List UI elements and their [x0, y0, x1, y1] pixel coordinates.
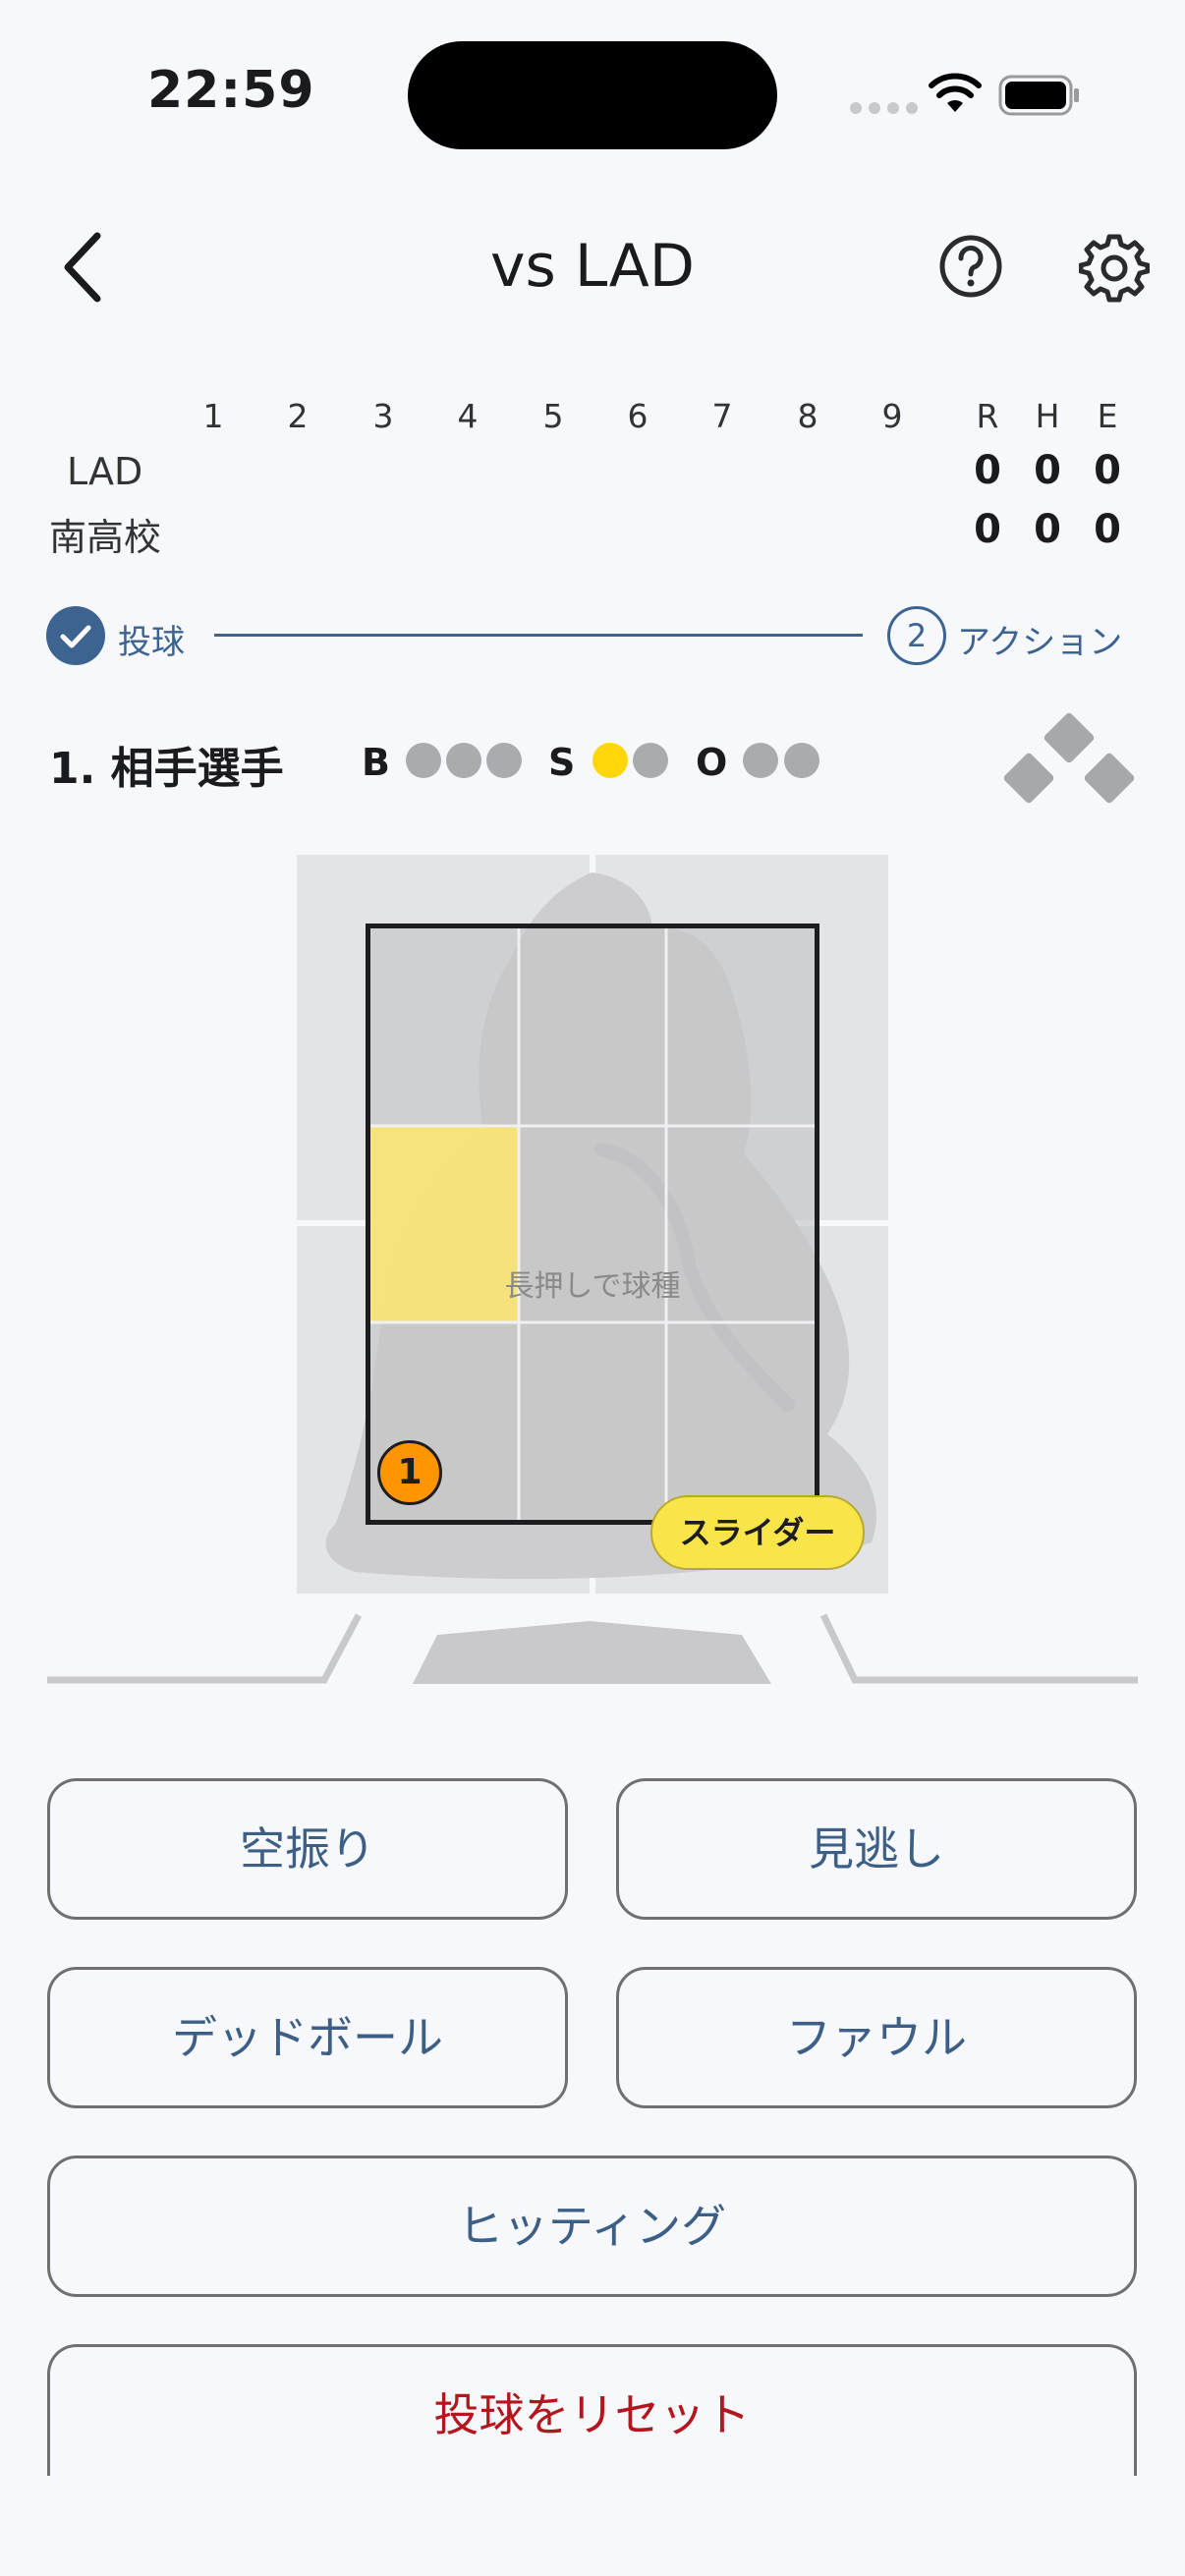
hit-by-pitch-button[interactable]: デッドボール: [47, 1967, 568, 2108]
dynamic-island: [408, 41, 777, 149]
stepper-line: [214, 634, 863, 637]
out-indicator: [784, 743, 819, 778]
away-team-name: LAD: [67, 450, 143, 493]
step1-check-icon: [46, 606, 105, 665]
strike-zone[interactable]: [366, 924, 819, 1525]
home-errors: 0: [1094, 507, 1121, 552]
help-icon[interactable]: [938, 234, 1003, 299]
step2-label[interactable]: アクション: [957, 615, 1122, 663]
inning-header: 6: [627, 397, 649, 435]
swing-miss-button[interactable]: 空振り: [47, 1778, 568, 1920]
inning-header: 7: [711, 397, 733, 435]
wifi-icon: [929, 73, 982, 112]
reset-pitch-button[interactable]: 投球をリセット: [47, 2344, 1137, 2476]
ball-indicator: [406, 743, 441, 778]
strike-indicator: [633, 743, 668, 778]
step2-number: 2: [887, 606, 946, 665]
inning-header: 3: [372, 397, 394, 435]
away-errors: 0: [1094, 448, 1121, 493]
ball-count-label: B: [362, 741, 390, 784]
battery-icon: [998, 75, 1079, 116]
foul-button[interactable]: ファウル: [616, 1967, 1137, 2108]
out-count-label: O: [696, 741, 728, 784]
inning-header: 5: [542, 397, 564, 435]
away-hits: 0: [1034, 448, 1061, 493]
inning-header: 2: [287, 397, 309, 435]
runs-header: R: [976, 397, 999, 435]
ball-indicator: [446, 743, 481, 778]
page-title: vs LAD: [490, 232, 695, 301]
hitting-button[interactable]: ヒッティング: [47, 2156, 1137, 2297]
inning-header: 1: [202, 397, 224, 435]
looking-strike-button[interactable]: 見逃し: [616, 1778, 1137, 1920]
strike-indicator: [592, 743, 628, 778]
ball-indicator: [486, 743, 522, 778]
out-indicator: [743, 743, 778, 778]
hits-header: H: [1035, 397, 1060, 435]
strike-count-label: S: [548, 741, 576, 784]
home-runs: 0: [974, 507, 1001, 552]
inning-header: 4: [457, 397, 479, 435]
away-runs: 0: [974, 448, 1001, 493]
home-hits: 0: [1034, 507, 1061, 552]
home-plate-lines: [47, 1613, 1138, 1684]
inning-header: 9: [881, 397, 903, 435]
inning-header: 8: [797, 397, 818, 435]
home-team-name: 南高校: [49, 516, 162, 559]
gear-icon[interactable]: [1079, 232, 1150, 303]
cellular-signal-icon: [850, 102, 918, 114]
step1-label[interactable]: 投球: [118, 615, 185, 663]
bases-diamond-icon[interactable]: [1000, 711, 1138, 812]
batter-label: 1. 相手選手: [49, 744, 284, 794]
pitch-marker[interactable]: 1: [377, 1440, 442, 1505]
status-time: 22:59: [147, 61, 315, 120]
errors-header: E: [1097, 397, 1118, 435]
zone-hint: 長押しで球種: [504, 1269, 681, 1304]
pitch-type-badge[interactable]: スライダー: [650, 1495, 865, 1570]
